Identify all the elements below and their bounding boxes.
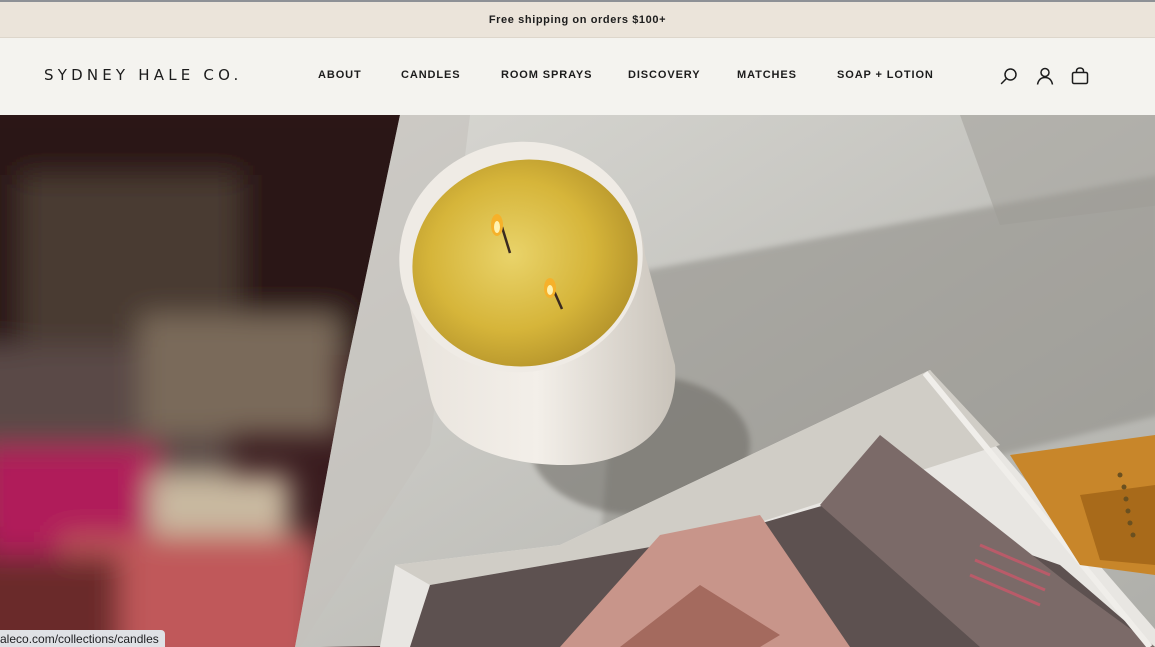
hero-banner[interactable] bbox=[0, 115, 1155, 647]
nav-about[interactable]: ABOUT bbox=[318, 69, 362, 81]
account-icon[interactable] bbox=[1035, 66, 1055, 86]
nav-discovery[interactable]: DISCOVERY bbox=[628, 69, 700, 81]
browser-status-url: aleco.com/collections/candles bbox=[0, 630, 165, 647]
nav-candles[interactable]: CANDLES bbox=[401, 69, 460, 81]
site-header: SYDNEY HALE CO. ABOUT CANDLES ROOM SPRAY… bbox=[0, 38, 1155, 115]
search-icon[interactable] bbox=[999, 66, 1019, 86]
cart-icon[interactable] bbox=[1070, 66, 1090, 86]
nav-room-sprays[interactable]: ROOM SPRAYS bbox=[501, 69, 592, 81]
nav-soap-lotion[interactable]: SOAP + LOTION bbox=[837, 69, 934, 81]
nav-matches[interactable]: MATCHES bbox=[737, 69, 797, 81]
brand-logo[interactable]: SYDNEY HALE CO. bbox=[44, 66, 242, 84]
announcement-text: Free shipping on orders $100+ bbox=[488, 13, 667, 26]
announcement-bar: Free shipping on orders $100+ bbox=[0, 2, 1155, 38]
hero-image bbox=[0, 115, 1155, 647]
